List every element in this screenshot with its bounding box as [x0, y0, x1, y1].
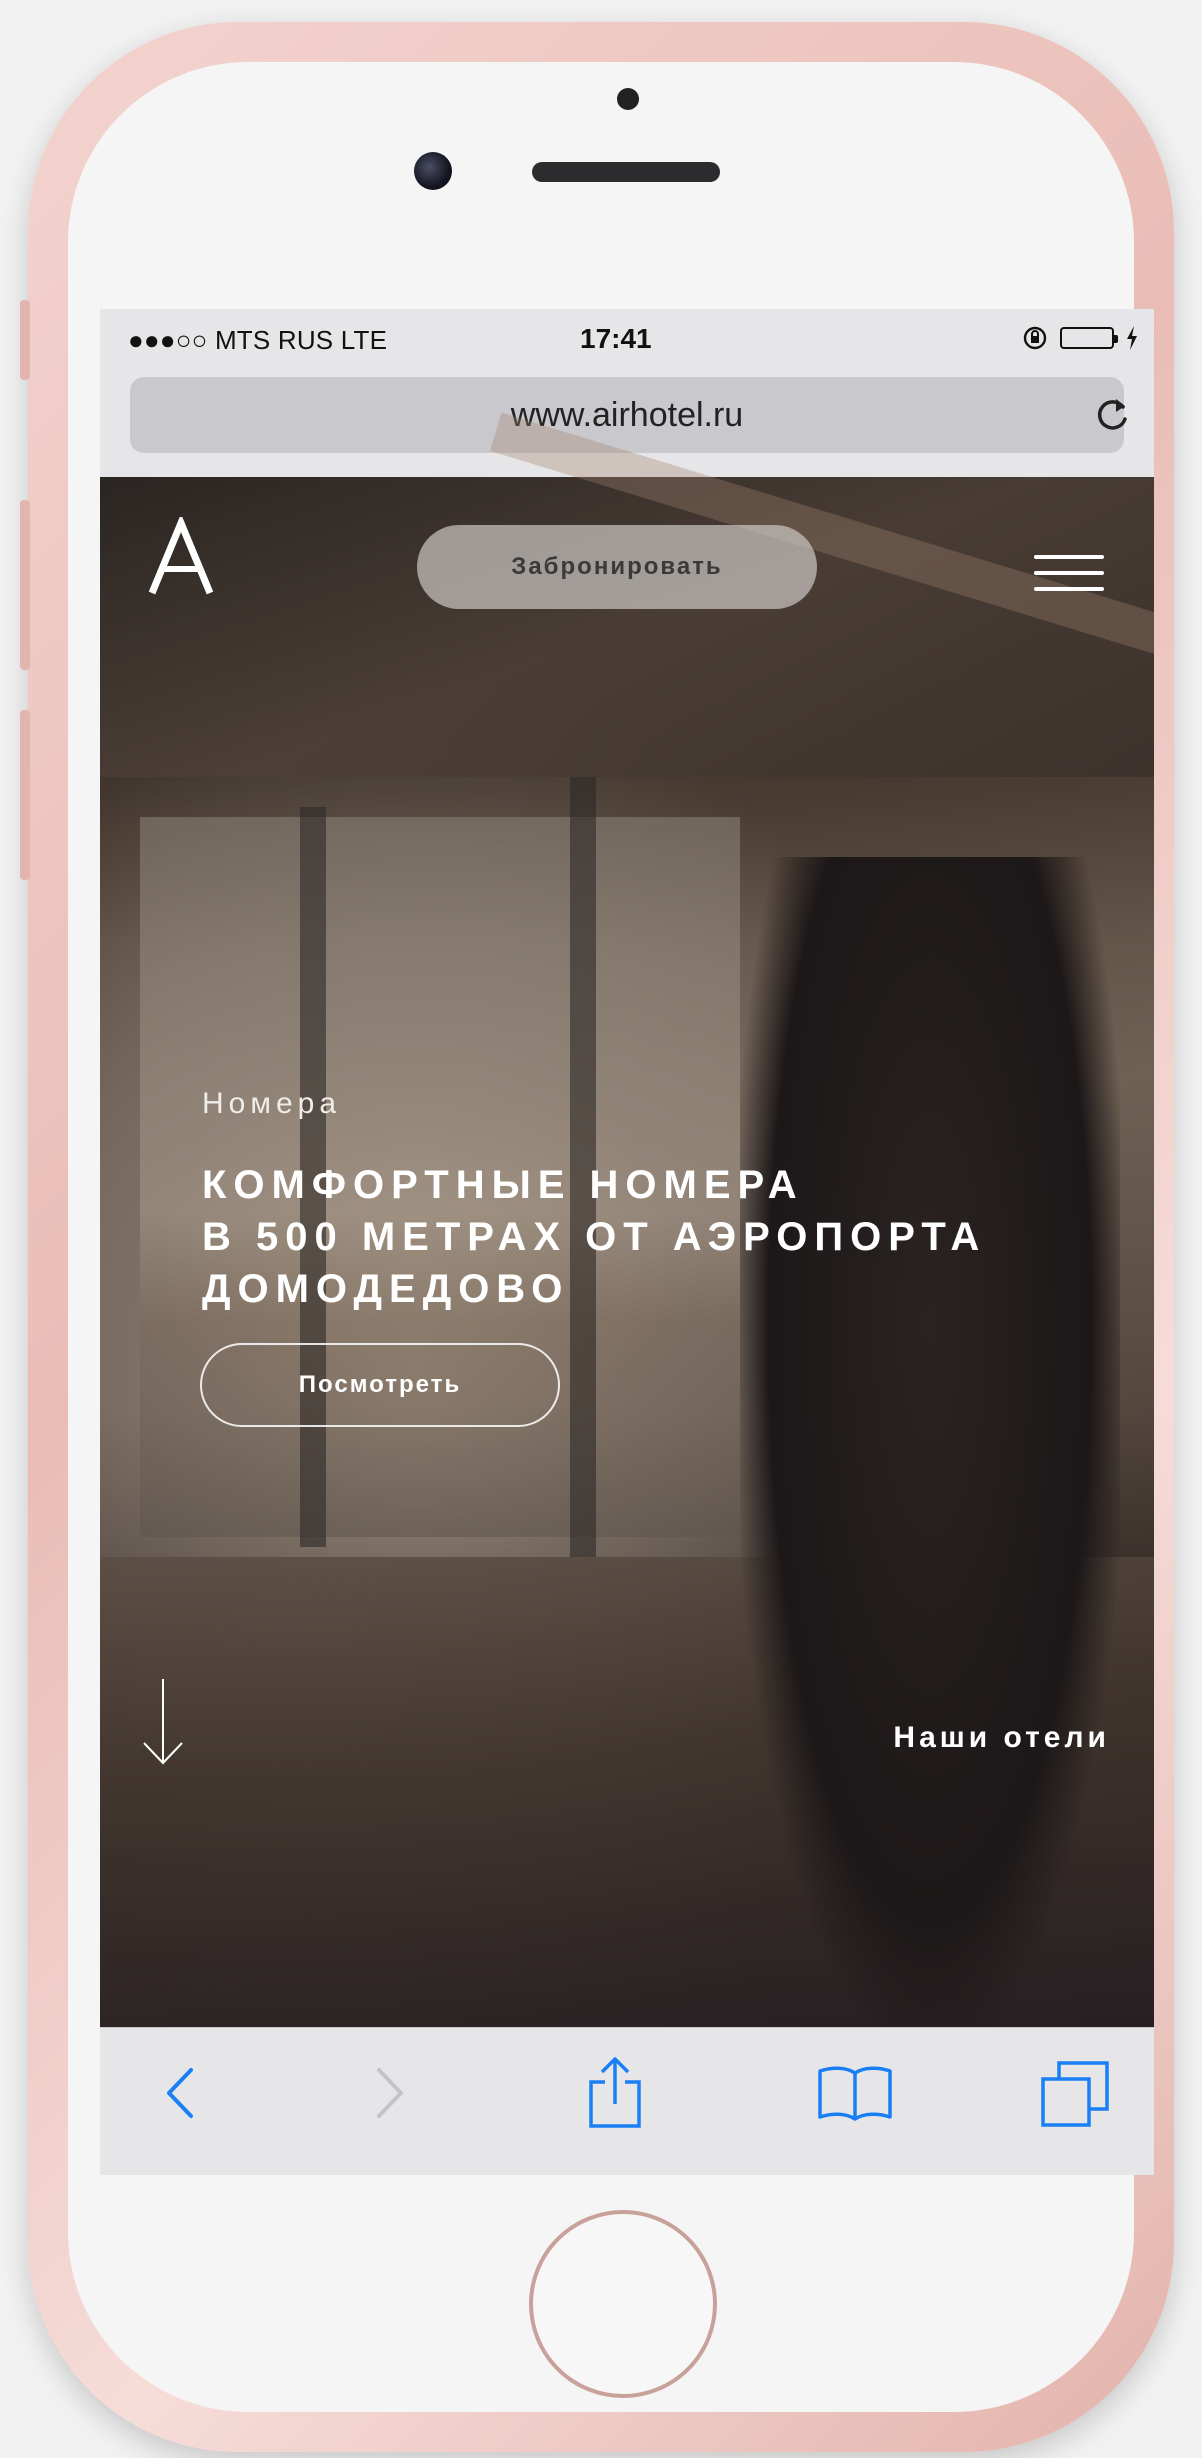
arrow-down-icon[interactable] [138, 1677, 188, 1767]
our-hotels-link[interactable]: Наши отели [893, 1721, 1110, 1755]
tabs-button[interactable] [1020, 2028, 1130, 2158]
forward-chevron-icon [377, 2068, 403, 2118]
hero-headline: КОМФОРТНЫЕ НОМЕРА В 500 МЕТРАХ ОТ АЭРОПО… [202, 1159, 986, 1315]
browser-toolbar [100, 2027, 1154, 2175]
carrier-label: ●●●○○ MTS RUS LTE [128, 325, 388, 355]
section-label: Номера [202, 1087, 342, 1120]
headline-line: В 500 МЕТРАХ ОТ АЭРОПОРТА [202, 1215, 987, 1259]
address-bar[interactable]: www.airhotel.ru [130, 377, 1124, 453]
proximity-sensor [617, 88, 639, 110]
front-camera [414, 152, 452, 190]
orientation-lock-icon [1023, 326, 1047, 350]
share-icon [589, 2057, 641, 2128]
tabs-icon [1041, 2061, 1109, 2127]
forward-button[interactable] [340, 2028, 440, 2158]
hero-photo-person [740, 857, 1120, 2027]
back-button[interactable] [130, 2028, 230, 2158]
bookmarks-button[interactable] [800, 2028, 910, 2158]
hero-photo-ceiling [100, 477, 1154, 777]
volume-up-button [20, 500, 30, 670]
hamburger-menu-icon[interactable] [1034, 555, 1104, 591]
home-button[interactable] [529, 2210, 717, 2398]
bookmarks-icon [818, 2066, 892, 2121]
view-button[interactable]: Посмотреть [200, 1343, 560, 1427]
book-button[interactable]: Забронировать [417, 525, 817, 609]
earpiece-speaker [532, 162, 720, 182]
battery-icon [1060, 327, 1118, 349]
charging-bolt-icon [1127, 326, 1137, 350]
back-chevron-icon [167, 2068, 193, 2118]
reload-icon[interactable] [1092, 393, 1132, 437]
status-right [1022, 325, 1138, 351]
volume-down-button [20, 710, 30, 880]
headline-line: КОМФОРТНЫЕ НОМЕРА [202, 1163, 804, 1207]
clock: 17:41 [580, 323, 652, 354]
headline-line: ДОМОДЕДОВО [202, 1267, 570, 1311]
share-button[interactable] [560, 2028, 670, 2158]
hero-section: Забронировать Номера КОМФОРТНЫЕ НОМЕРА В… [100, 412, 1154, 2027]
phone-screen: ●●●○○ MTS RUS LTE 17:41 www.airhotel.ru [100, 309, 1154, 2175]
status-bar: ●●●○○ MTS RUS LTE 17:41 [100, 309, 1154, 369]
mute-switch [20, 300, 30, 380]
airhotel-logo[interactable] [146, 517, 216, 597]
